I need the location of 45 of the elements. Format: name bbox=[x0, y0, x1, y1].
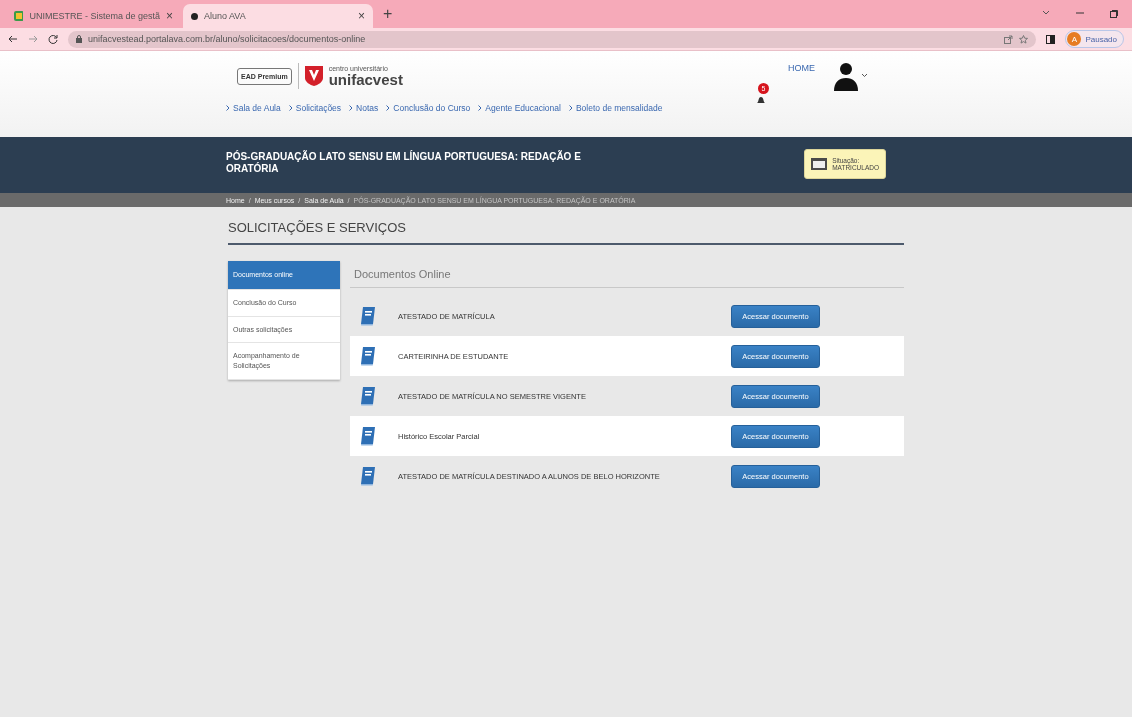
book-icon bbox=[360, 386, 376, 406]
course-title: PÓS-GRADUAÇÃO LATO SENSU EM LÍNGUA PORTUGUESA: REDAÇÃO E ORATÓRIA bbox=[226, 149, 582, 176]
user-silhouette-icon[interactable] bbox=[833, 61, 859, 91]
tab-close-button[interactable]: × bbox=[166, 9, 173, 23]
book-icon bbox=[360, 346, 376, 366]
restore-icon[interactable] bbox=[1110, 10, 1118, 18]
nav-link[interactable]: Conclusão do Curso bbox=[386, 103, 471, 113]
nav-link[interactable]: Notas bbox=[349, 103, 379, 113]
tab-close-button[interactable]: × bbox=[358, 9, 365, 23]
book-icon bbox=[360, 466, 376, 486]
lock-icon bbox=[76, 35, 82, 43]
book-icon bbox=[360, 426, 376, 446]
chevron-right-icon bbox=[288, 105, 293, 111]
chevron-right-icon bbox=[478, 105, 483, 111]
new-tab-button[interactable]: + bbox=[375, 5, 401, 23]
share-icon[interactable] bbox=[1004, 34, 1014, 44]
nav-link[interactable]: Agente Educacional bbox=[478, 103, 561, 113]
sidebar-icon[interactable] bbox=[1046, 34, 1056, 44]
chevron-right-icon bbox=[568, 105, 573, 111]
back-icon[interactable] bbox=[8, 34, 18, 44]
home-link[interactable]: HOME bbox=[788, 63, 815, 73]
shield-logo-icon bbox=[304, 66, 323, 86]
nav-link[interactable]: Solicitações bbox=[288, 103, 342, 113]
profile-button[interactable]: A Pausado bbox=[1065, 30, 1124, 48]
tab-title: UNIMESTRE - Sistema de gestã bbox=[29, 11, 160, 21]
tab-title: Aluno AVA bbox=[204, 11, 247, 21]
chevron-down-icon[interactable] bbox=[861, 73, 868, 78]
nav-link[interactable]: Sala de Aula bbox=[226, 103, 281, 113]
chevron-right-icon bbox=[226, 105, 230, 111]
chevron-right-icon bbox=[386, 105, 391, 111]
chevron-down-icon[interactable] bbox=[1042, 10, 1050, 16]
address-bar[interactable]: unifacvestead.portalava.com.br/aluno/solicitacoes/documentos-online bbox=[68, 30, 1037, 48]
site-icon bbox=[14, 11, 24, 21]
calendar-icon bbox=[811, 158, 828, 170]
bell-icon[interactable] bbox=[756, 95, 766, 105]
star-icon[interactable] bbox=[1019, 34, 1029, 44]
reload-icon[interactable] bbox=[48, 34, 58, 44]
nav-link[interactable]: Boleto de mensalidade bbox=[568, 103, 663, 113]
brand-name: unifacvest bbox=[328, 72, 403, 87]
browser-tab[interactable]: Aluno AVA × bbox=[183, 4, 373, 28]
page-title: SOLICITAÇÕES E SERVIÇOS bbox=[228, 207, 904, 245]
chevron-right-icon bbox=[349, 105, 354, 111]
book-icon bbox=[360, 306, 376, 326]
section-title: Documentos Online bbox=[350, 261, 904, 288]
globe-icon bbox=[191, 12, 198, 20]
